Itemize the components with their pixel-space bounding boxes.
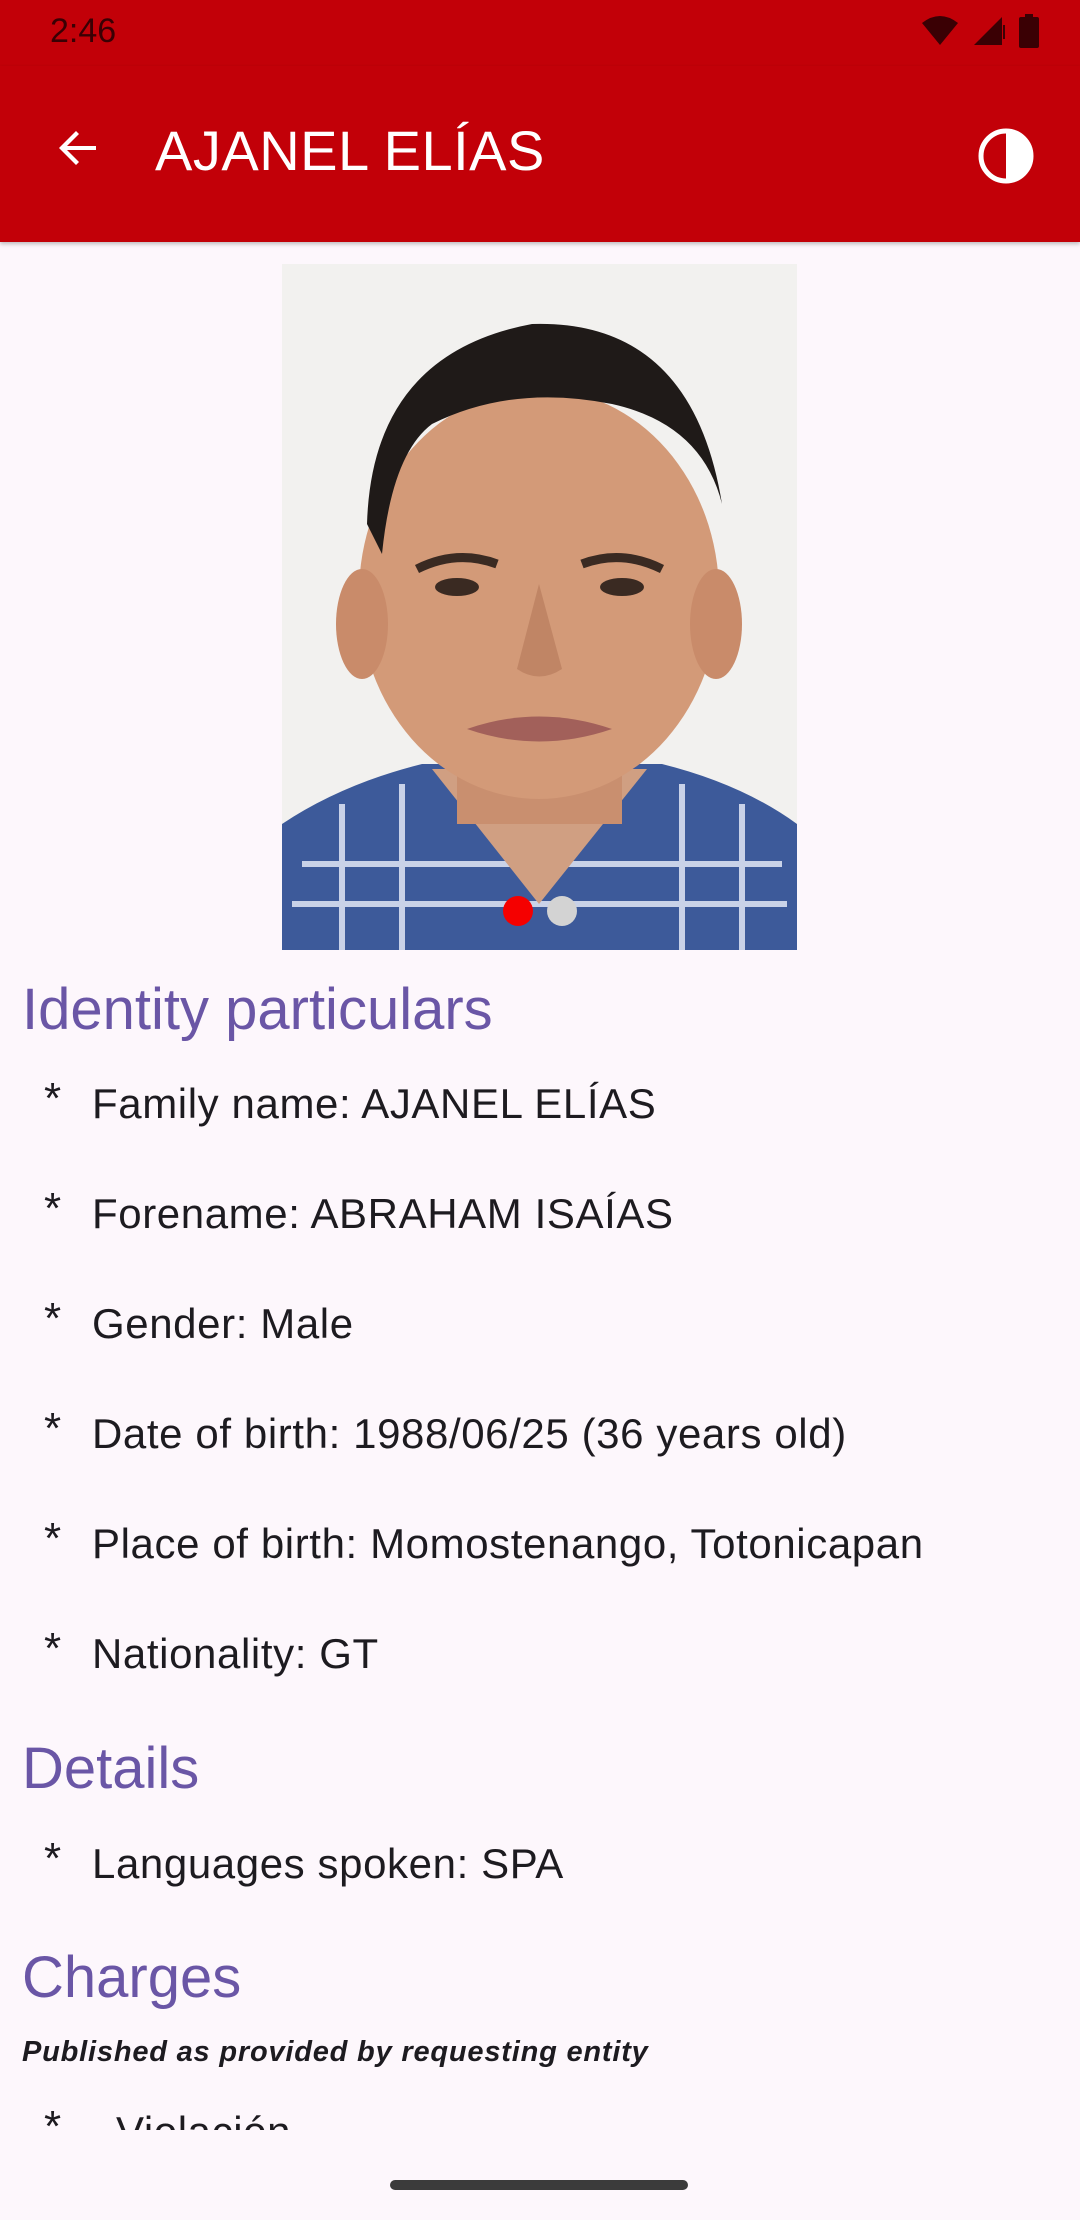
- list-item: * Place of birth: Momostenango, Totonica…: [44, 1514, 924, 1568]
- list-item: * Forename: ABRAHAM ISAÍAS: [44, 1184, 674, 1238]
- list-item: * Nationality: GT: [44, 1624, 379, 1678]
- list-item: * Gender: Male: [44, 1294, 354, 1348]
- list-item-text: Family name: AJANEL ELÍAS: [92, 1080, 657, 1127]
- status-bar: 2:46: [0, 0, 1080, 66]
- page-title: AJANEL ELÍAS: [155, 119, 545, 182]
- list-item-text: Violación: [92, 2108, 291, 2130]
- cellular-signal-icon: [972, 15, 1006, 52]
- charges-heading: Charges: [22, 1945, 242, 2010]
- list-item-text: Gender: Male: [92, 1300, 354, 1347]
- back-button[interactable]: [40, 112, 116, 188]
- scroll-clip: * Violación: [0, 2100, 1080, 2130]
- photo-carousel[interactable]: [282, 264, 797, 950]
- screen: 2:46 AJANEL ELÍAS Identity particulars *…: [0, 0, 1080, 2220]
- bullet: *: [44, 1834, 62, 1883]
- pager-dot-active[interactable]: [502, 896, 533, 926]
- list-item: * Date of birth: 1988/06/25 (36 years ol…: [44, 1404, 847, 1458]
- bullet: *: [44, 1294, 62, 1343]
- identity-heading: Identity particulars: [22, 977, 493, 1042]
- details-heading: Details: [22, 1736, 200, 1801]
- pager-indicator: [282, 896, 797, 926]
- bullet: *: [44, 1624, 62, 1673]
- theme-toggle-button[interactable]: [968, 120, 1044, 196]
- battery-icon: [1018, 13, 1040, 53]
- bullet: *: [44, 2102, 62, 2130]
- list-item-text: Date of birth: 1988/06/25 (36 years old): [92, 1410, 847, 1457]
- list-item: * Languages spoken: SPA: [44, 1834, 564, 1888]
- list-item-text: Nationality: GT: [92, 1630, 379, 1677]
- bullet: *: [44, 1514, 62, 1563]
- list-item: * Family name: AJANEL ELÍAS: [44, 1074, 657, 1128]
- pager-dot[interactable]: [546, 896, 577, 926]
- status-time: 2:46: [50, 12, 117, 50]
- list-item: * Violación: [44, 2102, 291, 2130]
- person-photo: [282, 264, 797, 950]
- charges-note: Published as provided by requesting enti…: [22, 2036, 649, 2068]
- app-bar: AJANEL ELÍAS: [0, 66, 1080, 242]
- list-item-text: Languages spoken: SPA: [92, 1840, 564, 1887]
- list-item-text: Place of birth: Momostenango, Totonicapa…: [92, 1520, 924, 1567]
- home-indicator[interactable]: [390, 2180, 688, 2190]
- contrast-icon: [978, 128, 1034, 189]
- arrow-back-icon: [54, 124, 102, 177]
- wifi-icon: [920, 15, 960, 52]
- bullet: *: [44, 1184, 62, 1233]
- bullet: *: [44, 1074, 62, 1123]
- bullet: *: [44, 1404, 62, 1453]
- status-icons: [920, 13, 1040, 53]
- list-item-text: Forename: ABRAHAM ISAÍAS: [92, 1190, 674, 1237]
